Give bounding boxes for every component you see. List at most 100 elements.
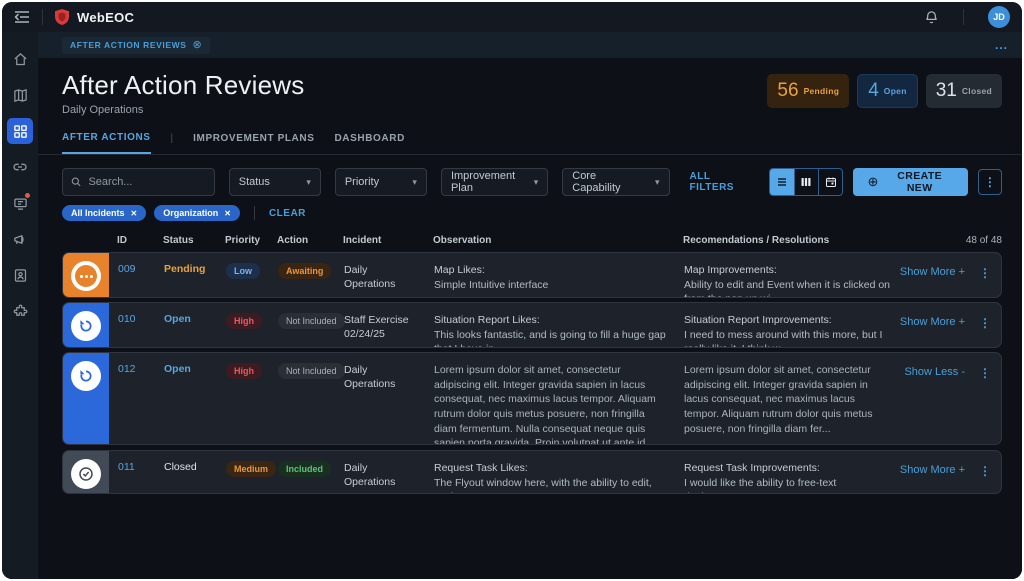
tab-after-actions[interactable]: AFTER ACTIONS xyxy=(62,132,151,154)
column-view-icon xyxy=(800,176,812,188)
col-status[interactable]: Status xyxy=(154,235,216,246)
row-status-strip xyxy=(63,253,109,298)
show-more-link[interactable]: Show More + xyxy=(900,266,965,278)
notifications-bell-icon[interactable] xyxy=(924,10,939,25)
create-new-button[interactable]: ⊕ CREATE NEW xyxy=(853,168,967,196)
row-incident: Daily Operations xyxy=(335,253,425,298)
show-more-link[interactable]: Show More + xyxy=(900,316,965,328)
row-observation: Map Likes: Simple Intuitive interface xyxy=(425,253,675,298)
page-title: After Action Reviews xyxy=(62,70,304,101)
row-recommendations: Lorem ipsum dolor sit amet, consectetur … xyxy=(675,353,897,445)
workspace-tab-after-action-reviews[interactable]: AFTER ACTION REVIEWS ⊗ xyxy=(62,37,210,54)
col-observation[interactable]: Observation xyxy=(424,235,674,246)
sidebar-item-links[interactable] xyxy=(7,154,33,180)
row-action: Not Included xyxy=(269,353,335,445)
chip-organization[interactable]: Organization ✕ xyxy=(154,205,240,221)
chevron-down-icon: ▾ xyxy=(534,177,539,188)
row-recommendations: Request Task Improvements: I would like … xyxy=(675,451,897,494)
open-refresh-icon xyxy=(71,311,101,341)
priority-dropdown[interactable]: Priority▾ xyxy=(335,168,427,196)
table-header: ID Status Priority Action Incident Obser… xyxy=(38,221,1022,252)
row-status: Closed xyxy=(155,451,217,494)
sidebar-item-boards[interactable] xyxy=(7,118,33,144)
list-view-button[interactable] xyxy=(770,169,794,195)
open-refresh-icon xyxy=(71,361,101,391)
status-dropdown[interactable]: Status▾ xyxy=(229,168,321,196)
chevron-down-icon: ▾ xyxy=(412,177,417,188)
tab-dashboard[interactable]: DASHBOARD xyxy=(334,133,404,153)
user-avatar[interactable]: JD xyxy=(988,6,1010,28)
search-input[interactable] xyxy=(88,176,205,188)
row-recommendations: Map Improvements: Ability to edit and Ev… xyxy=(675,253,897,298)
table-row[interactable]: 012 Open High Not Included Daily Operati… xyxy=(62,352,1002,445)
row-priority: Low xyxy=(217,253,269,298)
webeoc-logo-icon xyxy=(55,9,69,25)
row-kebab-icon[interactable]: ⋮ xyxy=(979,266,991,280)
remove-chip-icon[interactable]: ✕ xyxy=(224,209,231,218)
sidebar-item-maps[interactable] xyxy=(7,82,33,108)
row-status: Open xyxy=(155,353,217,445)
closed-check-icon xyxy=(71,459,101,489)
sidebar-item-announcements[interactable] xyxy=(7,226,33,252)
improvement-plan-dropdown[interactable]: Improvement Plan▾ xyxy=(441,168,548,196)
row-action: Not Included xyxy=(269,303,335,348)
list-view-icon xyxy=(776,176,788,188)
row-observation: Lorem ipsum dolor sit amet, consectetur … xyxy=(425,353,675,445)
app-window: WebEOC JD xyxy=(2,2,1022,579)
col-incident[interactable]: Incident xyxy=(334,235,424,246)
search-box[interactable] xyxy=(62,168,215,196)
tab-separator: | xyxy=(171,133,174,153)
sidebar-item-messages[interactable] xyxy=(7,190,33,216)
chip-all-incidents[interactable]: All Incidents ✕ xyxy=(62,205,146,221)
row-kebab-icon[interactable]: ⋮ xyxy=(979,366,991,380)
row-recommendations: Situation Report Improvements: I need to… xyxy=(675,303,897,348)
status-summary-badges: 56 Pending 4 Open 31 Closed xyxy=(767,74,1002,108)
section-tabs: AFTER ACTIONS | IMPROVEMENT PLANS DASHBO… xyxy=(38,116,1022,155)
col-id[interactable]: ID xyxy=(108,235,154,246)
notification-dot xyxy=(25,193,30,198)
row-status-strip xyxy=(63,353,109,445)
row-kebab-icon[interactable]: ⋮ xyxy=(979,464,991,478)
row-priority: High xyxy=(217,303,269,348)
table-row[interactable]: 011 Closed Medium Included Daily Operati… xyxy=(62,450,1002,494)
chevron-down-icon: ▾ xyxy=(306,177,311,188)
row-id-link[interactable]: 009 xyxy=(109,253,155,298)
table-row[interactable]: 010 Open High Not Included Staff Exercis… xyxy=(62,302,1002,348)
tab-improvement-plans[interactable]: IMPROVEMENT PLANS xyxy=(193,133,314,153)
col-recommendations[interactable]: Recomendations / Resolutions xyxy=(674,235,898,246)
view-toggle-group xyxy=(769,168,844,196)
all-filters-link[interactable]: ALL FILTERS xyxy=(690,171,755,193)
chevron-down-icon: ▾ xyxy=(655,177,660,188)
pending-ellipsis-icon xyxy=(71,261,101,291)
close-icon[interactable]: ⊗ xyxy=(193,40,202,51)
row-id-link[interactable]: 010 xyxy=(109,303,155,348)
search-icon xyxy=(71,176,81,188)
core-capability-dropdown[interactable]: Core Capability▾ xyxy=(562,168,669,196)
row-id-link[interactable]: 012 xyxy=(109,353,155,445)
row-id-link[interactable]: 011 xyxy=(109,451,155,494)
row-status-strip xyxy=(63,303,109,348)
chip-divider xyxy=(254,206,255,220)
row-status-strip xyxy=(63,451,109,494)
sidebar-item-plugins[interactable] xyxy=(7,298,33,324)
row-kebab-icon[interactable]: ⋮ xyxy=(979,316,991,330)
row-incident: Daily Operations xyxy=(335,451,425,494)
tabstrip-overflow-icon[interactable]: ... xyxy=(995,38,1008,52)
clear-filters-link[interactable]: CLEAR xyxy=(269,208,306,219)
col-priority[interactable]: Priority xyxy=(216,235,268,246)
show-less-link[interactable]: Show Less - xyxy=(904,366,965,378)
row-priority: Medium xyxy=(217,451,269,494)
page-subtitle: Daily Operations xyxy=(62,104,304,116)
col-action[interactable]: Action xyxy=(268,235,334,246)
toolbar-kebab-button[interactable]: ⋮ xyxy=(978,169,1002,195)
sidebar-item-contacts[interactable] xyxy=(7,262,33,288)
sidebar-collapse-icon[interactable] xyxy=(14,10,30,24)
workspace-tabstrip: AFTER ACTION REVIEWS ⊗ ... xyxy=(38,32,1022,58)
show-more-link[interactable]: Show More + xyxy=(900,464,965,476)
column-view-button[interactable] xyxy=(794,169,818,195)
sidebar-item-home[interactable] xyxy=(7,46,33,72)
table-row[interactable]: 009 Pending Low Awaiting Daily Operation… xyxy=(62,252,1002,298)
pending-count-badge: 56 Pending xyxy=(767,74,849,108)
calendar-view-button[interactable] xyxy=(818,169,842,195)
remove-chip-icon[interactable]: ✕ xyxy=(131,209,138,218)
